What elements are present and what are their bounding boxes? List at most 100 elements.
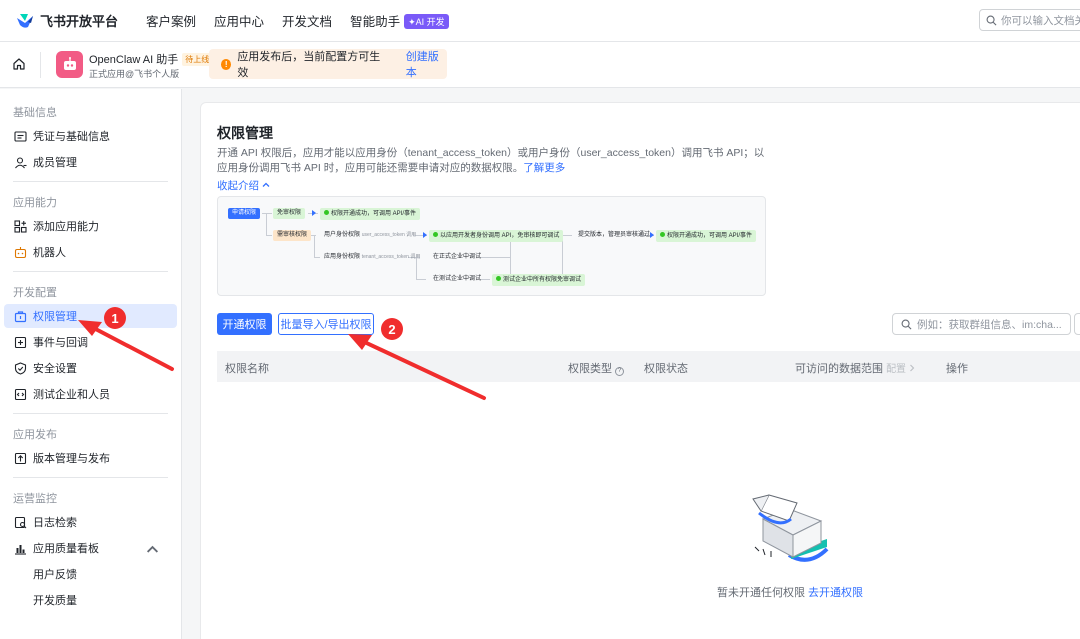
empty-state-text: 暂未开通任何权限 去开通权限 <box>613 584 967 600</box>
doc-search-input[interactable]: 你可以输入文档关 <box>979 9 1080 31</box>
sidebar-item-credentials[interactable]: 凭证与基础信息 <box>4 124 177 148</box>
sidebar-item-security[interactable]: 安全设置 <box>4 356 177 380</box>
shield-icon <box>14 361 27 375</box>
flow-in-test: 在测试企业中调试 <box>433 276 482 282</box>
flow-enabled: 权限开通成功，可调用 API/事件 <box>320 208 421 220</box>
nav-link-smart-assistant[interactable]: 智能助手 ✦AI 开发 <box>350 11 449 30</box>
flow-in-prod: 在正式企业中调试 <box>433 254 482 260</box>
permission-search-input[interactable]: 例如：获取群组信息、im:cha... <box>892 313 1071 335</box>
enable-permission-button[interactable]: 开通权限 <box>217 313 272 335</box>
chevron-right-icon <box>909 364 915 372</box>
grid-plus-icon <box>14 219 27 233</box>
sidebar-item-label: 安全设置 <box>33 363 77 375</box>
bot-icon <box>14 246 27 258</box>
flow-tenant-token: tenant_access_token 调用 <box>361 254 421 260</box>
page-title: 权限管理 <box>217 125 273 141</box>
col-permission-status: 权限状态 <box>644 363 688 375</box>
flow-test-enterprise-label: 测试企业中所有权限免审调试 <box>503 277 582 283</box>
app-name: OpenClaw AI 助手 待上线 <box>89 51 213 67</box>
flow-line <box>416 279 426 280</box>
sidebar-item-members[interactable]: 成员管理 <box>4 150 177 174</box>
col-permission-type: 权限类型? <box>568 360 624 376</box>
notice-text: 应用发布后，当前配置方可生效 <box>237 51 381 79</box>
home-icon[interactable] <box>12 57 26 71</box>
sidebar-item-label: 事件与回调 <box>33 337 88 349</box>
sidebar-section-basic: 基础信息 <box>13 107 57 119</box>
table-header: 权限名称 权限类型? 权限状态 可访问的数据范围 配置 操作 <box>217 351 1080 382</box>
sidebar-divider <box>13 413 168 414</box>
sidebar-item-label: 凭证与基础信息 <box>33 131 110 143</box>
sidebar-item-test-enterprise[interactable]: 测试企业和人员 <box>4 382 177 406</box>
col-data-scope: 可访问的数据范围 配置 <box>795 360 915 376</box>
sidebar-item-label: 测试企业和人员 <box>33 389 110 401</box>
sidebar-item-quality-board[interactable]: 应用质量看板 <box>4 536 177 560</box>
batch-import-export-button[interactable]: 批量导入/导出权限 <box>278 313 374 335</box>
flow-submit-version: 提交版本，管理员审核通过 <box>578 232 651 238</box>
annotation-badge-1: 1 <box>104 307 126 329</box>
empty-state-label: 暂未开通任何权限 <box>716 587 805 599</box>
chevron-up-icon[interactable] <box>146 543 159 556</box>
filter-button[interactable] <box>1074 313 1080 335</box>
sidebar-item-versions[interactable]: 版本管理与发布 <box>4 446 177 470</box>
sidebar-section-release: 应用发布 <box>13 429 57 441</box>
flow-line <box>266 235 272 236</box>
collapse-intro-label: 收起介绍 <box>217 180 259 192</box>
sidebar-item-label: 用户反馈 <box>33 569 77 581</box>
flow-final-enabled: 权限开通成功，可调用 API/事件 <box>656 230 757 242</box>
sidebar-item-bot[interactable]: 机器人 <box>4 240 177 264</box>
robot-icon <box>63 56 76 70</box>
permission-flow-diagram: 申请权限 免审权限 权限开通成功，可调用 API/事件 需审核权限 用户身份权限… <box>217 196 766 296</box>
flow-apply: 申请权限 <box>228 208 261 219</box>
sidebar-item-label: 日志检索 <box>33 517 77 529</box>
sidebar-item-add-capability[interactable]: 添加应用能力 <box>4 214 177 238</box>
description-text: 开通 API 权限后，应用才能以应用身份（tenant_access_token… <box>217 147 765 174</box>
flow-test-enterprise: 测试企业中所有权限免审调试 <box>492 274 586 286</box>
ai-dev-badge: ✦AI 开发 <box>404 14 449 29</box>
search-icon <box>986 15 997 25</box>
sidebar-item-events[interactable]: 事件与回调 <box>4 330 177 354</box>
sidebar-divider <box>13 181 168 182</box>
sidebar-item-label: 版本管理与发布 <box>33 453 110 465</box>
create-version-link[interactable]: 创建版本 <box>406 48 447 80</box>
flow-user-perm: 用户身份权限 user_access_token 调用 <box>320 230 420 241</box>
go-enable-permission-link[interactable]: 去开通权限 <box>808 587 863 599</box>
flow-dev-identity-label: 以应用开发者身份调用 API，免审核即可调试 <box>440 233 560 239</box>
sidebar-item-logs[interactable]: 日志检索 <box>4 510 177 534</box>
sidebar-item-dev-quality[interactable]: 开发质量 <box>4 588 177 612</box>
scope-config-link[interactable]: 配置 <box>886 364 915 375</box>
feishu-logo[interactable]: 飞书开放平台 <box>16 11 118 30</box>
learn-more-link[interactable]: 了解更多 <box>523 162 565 174</box>
warning-icon: ! <box>221 58 232 70</box>
check-circle-icon <box>496 276 501 281</box>
nav-link-app-center[interactable]: 应用中心 <box>214 11 264 30</box>
permission-search-placeholder: 例如：获取群组信息、im:cha... <box>917 318 1062 331</box>
sidebar-item-user-feedback[interactable]: 用户反馈 <box>4 562 177 586</box>
flow-need-review: 需审核权限 <box>273 230 312 241</box>
check-circle-icon <box>660 232 665 237</box>
sidebar-divider <box>13 271 168 272</box>
flow-enabled-label: 权限开通成功，可调用 API/事件 <box>331 211 417 217</box>
doc-search-placeholder: 你可以输入文档关 <box>1001 14 1080 27</box>
flow-app-perm-label: 应用身份权限 <box>324 254 361 260</box>
nav-link-customer-cases[interactable]: 客户案例 <box>146 11 196 30</box>
app-avatar <box>56 51 83 78</box>
flow-final-enabled-label: 权限开通成功，可调用 API/事件 <box>667 233 753 239</box>
flow-free-review: 免审权限 <box>273 208 306 219</box>
publish-notice: ! 应用发布后，当前配置方可生效 创建版本 <box>209 49 447 79</box>
question-circle-icon[interactable]: ? <box>615 367 624 376</box>
bar-chart-icon <box>15 544 26 555</box>
flow-user-perm-label: 用户身份权限 <box>324 232 361 238</box>
sidebar-item-permissions[interactable]: 权限管理 <box>4 304 177 328</box>
empty-box-illustration <box>752 494 829 562</box>
check-circle-icon <box>433 232 438 237</box>
flow-line <box>262 213 272 214</box>
collapse-intro-link[interactable]: 收起介绍 <box>217 178 270 193</box>
sidebar-item-label: 机器人 <box>33 247 66 259</box>
divider <box>40 52 41 78</box>
sidebar-section-dev-config: 开发配置 <box>13 287 57 299</box>
nav-link-dev-docs[interactable]: 开发文档 <box>282 11 332 30</box>
col-permission-name: 权限名称 <box>225 363 269 375</box>
col-data-scope-label: 可访问的数据范围 <box>795 363 883 375</box>
user-icon <box>15 156 27 168</box>
flow-arrow <box>312 210 316 216</box>
